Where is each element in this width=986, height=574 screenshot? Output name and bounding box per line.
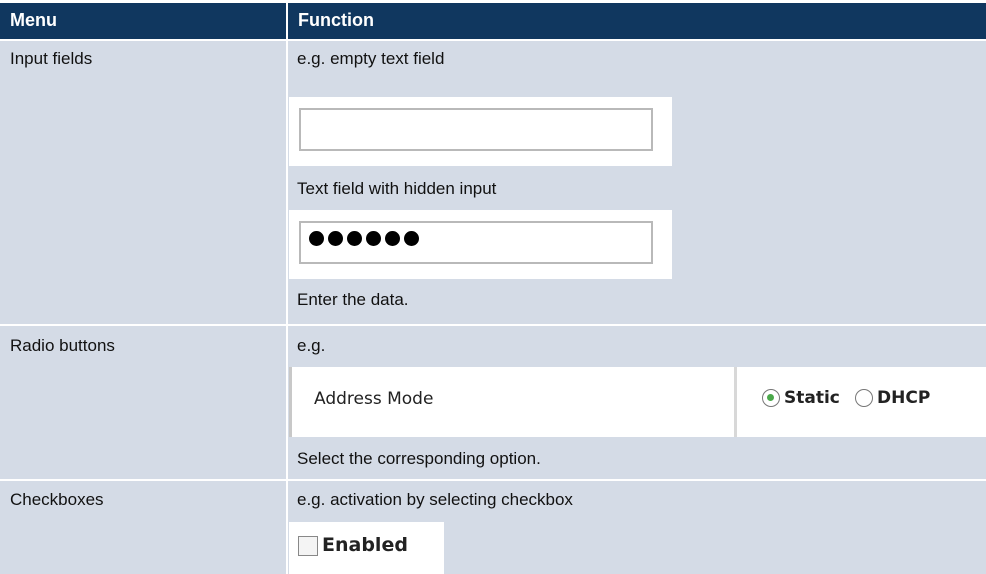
address-mode-example: Address Mode Static DHCP	[289, 367, 986, 437]
row-divider	[0, 479, 986, 481]
input-fields-footer: Enter the data.	[297, 290, 409, 309]
menu-checkboxes: Checkboxes	[10, 490, 104, 509]
checkbox-example: Enabled	[289, 522, 444, 574]
menu-radio-buttons: Radio buttons	[10, 336, 115, 355]
static-option-label: Static	[784, 388, 840, 408]
row-divider	[0, 324, 986, 326]
radio-buttons-footer: Select the corresponding option.	[297, 449, 541, 468]
empty-text-field-example	[289, 97, 672, 166]
enabled-checkbox-label: Enabled	[322, 534, 408, 556]
header-function: Function	[288, 3, 986, 39]
password-input[interactable]	[299, 221, 653, 264]
hidden-text-field-example	[289, 210, 672, 279]
dhcp-radio[interactable]	[855, 389, 873, 407]
menu-input-fields: Input fields	[10, 49, 93, 68]
dhcp-option-label: DHCP	[877, 388, 931, 408]
enabled-checkbox[interactable]	[298, 536, 318, 556]
input-fields-intro: e.g. empty text field	[297, 49, 445, 68]
masked-value	[309, 231, 419, 246]
hidden-input-caption: Text field with hidden input	[297, 179, 497, 198]
panel-divider	[734, 367, 737, 437]
row-divider	[0, 39, 986, 41]
checkboxes-intro: e.g. activation by selecting checkbox	[297, 490, 573, 509]
column-divider	[286, 3, 288, 574]
static-radio[interactable]	[762, 389, 780, 407]
address-mode-label: Address Mode	[314, 389, 434, 409]
empty-text-input[interactable]	[299, 108, 653, 151]
header-menu: Menu	[0, 3, 286, 39]
ui-elements-table: Menu Function Input fields e.g. empty te…	[0, 3, 986, 574]
radio-buttons-intro: e.g.	[297, 336, 326, 355]
